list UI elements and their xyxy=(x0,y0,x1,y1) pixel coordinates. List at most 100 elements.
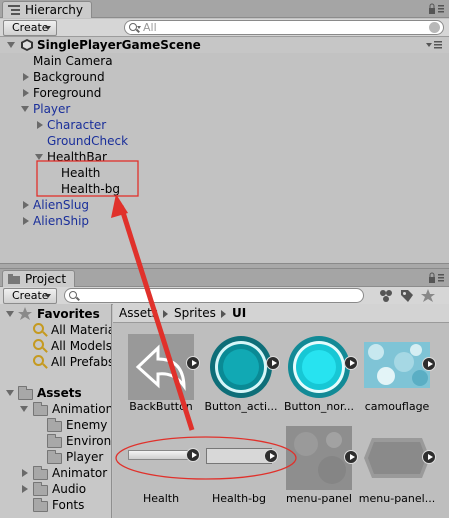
project-create-button[interactable]: Create xyxy=(3,288,57,304)
menu-panel-2-sprite xyxy=(364,438,430,478)
favorites-item-all-models[interactable]: All Models xyxy=(0,338,112,354)
item-label: Character xyxy=(47,118,107,132)
play-icon[interactable] xyxy=(422,357,436,371)
play-icon[interactable] xyxy=(264,449,278,463)
scene-row[interactable]: SinglePlayerGameScene xyxy=(0,37,449,53)
unity-scene-icon xyxy=(21,39,33,51)
tab-project[interactable]: Project xyxy=(2,270,76,287)
folder-animation[interactable]: Animation xyxy=(0,401,112,417)
hierarchy-item-player[interactable]: Player xyxy=(19,101,139,117)
hierarchy-item-healthbar[interactable]: HealthBar xyxy=(33,149,153,165)
play-icon[interactable] xyxy=(266,356,280,370)
expand-arrow-icon[interactable] xyxy=(22,485,28,493)
hierarchy-item-groundcheck[interactable]: GroundCheck xyxy=(47,133,128,149)
filter-by-label-icon[interactable] xyxy=(400,289,414,303)
hierarchy-icon xyxy=(8,5,20,15)
collapse-arrow-icon[interactable] xyxy=(35,154,43,160)
health-bar-sprite xyxy=(128,450,194,460)
breadcrumb-assets[interactable]: Assets xyxy=(119,304,158,322)
project-toolbar: Create xyxy=(0,287,449,305)
tab-project-label: Project xyxy=(25,272,67,286)
project-search-input[interactable] xyxy=(64,288,364,303)
favorites-label: Favorites xyxy=(37,307,100,321)
play-icon[interactable] xyxy=(422,450,436,464)
expand-arrow-icon[interactable] xyxy=(7,42,15,48)
button-normal-sprite xyxy=(288,336,350,398)
menu-icon[interactable] xyxy=(426,40,442,50)
item-label: All Materia xyxy=(51,323,112,337)
search-filter-icon xyxy=(33,323,44,334)
item-label: Main Camera xyxy=(33,54,113,68)
collapse-arrow-icon[interactable] xyxy=(6,311,14,317)
breadcrumb-separator-icon xyxy=(221,310,226,318)
expand-arrow-icon[interactable] xyxy=(37,121,43,129)
item-label: Audio xyxy=(52,482,87,496)
filter-by-type-icon[interactable] xyxy=(378,289,394,303)
favorites-item-all-materials[interactable]: All Materia xyxy=(0,322,112,338)
folder-audio[interactable]: Audio xyxy=(0,481,111,497)
collapse-arrow-icon[interactable] xyxy=(20,406,28,412)
hierarchy-item-health-bg[interactable]: Health-bg xyxy=(61,181,120,197)
item-label: Animation xyxy=(52,402,112,416)
hierarchy-item-health[interactable]: Health xyxy=(61,165,100,181)
breadcrumb: Assets Sprites UI xyxy=(113,304,449,323)
favorites-item-all-prefabs[interactable]: All Prefabs xyxy=(0,354,111,370)
expand-arrow-icon[interactable] xyxy=(23,201,29,209)
asset-health-bg-thumb[interactable] xyxy=(206,448,278,464)
folder-player[interactable]: Player xyxy=(0,449,111,465)
expand-arrow-icon[interactable] xyxy=(23,89,29,97)
lock-icon[interactable] xyxy=(427,272,445,284)
play-icon[interactable] xyxy=(344,356,358,370)
star-icon[interactable] xyxy=(421,289,435,303)
play-icon[interactable] xyxy=(186,448,200,462)
breadcrumb-sprites[interactable]: Sprites xyxy=(174,304,216,322)
item-label: Player xyxy=(66,450,104,464)
lock-icon[interactable] xyxy=(427,3,445,15)
hierarchy-create-button[interactable]: Create xyxy=(3,20,57,36)
folder-enemy[interactable]: Enemy xyxy=(0,417,111,433)
asset-camouflage-thumb[interactable] xyxy=(364,342,436,388)
hierarchy-search-input[interactable]: All xyxy=(124,20,444,35)
play-icon[interactable] xyxy=(344,450,358,464)
folder-fonts[interactable]: Fonts xyxy=(0,497,111,513)
asset-button-normal-thumb[interactable] xyxy=(286,334,358,400)
hierarchy-item-alienslug[interactable]: AlienSlug xyxy=(19,197,139,213)
hierarchy-item-alienship[interactable]: AlienShip xyxy=(19,213,139,229)
hierarchy-item-main-camera[interactable]: Main Camera xyxy=(33,53,113,69)
tab-hierarchy[interactable]: Hierarchy xyxy=(2,1,93,18)
asset-backbutton-thumb[interactable] xyxy=(128,334,200,400)
expand-arrow-icon[interactable] xyxy=(23,217,29,225)
button-active-sprite xyxy=(210,336,272,398)
folder-icon xyxy=(33,482,48,496)
asset-menu-panel-2-thumb[interactable] xyxy=(364,438,436,478)
breadcrumb-ui[interactable]: UI xyxy=(232,304,246,322)
folder-animator[interactable]: Animator xyxy=(0,465,111,481)
item-label: Health-bg xyxy=(61,182,120,196)
assets-label: Assets xyxy=(37,386,82,400)
assets-row[interactable]: Assets xyxy=(0,385,111,401)
play-icon[interactable] xyxy=(186,356,200,370)
expand-arrow-icon[interactable] xyxy=(22,469,28,477)
project-folder-tree: Favorites All Materia All Models All Pre… xyxy=(0,304,112,518)
search-icon xyxy=(129,23,137,31)
item-label: All Models xyxy=(51,339,112,353)
folder-icon xyxy=(47,450,62,464)
asset-button-active-thumb[interactable] xyxy=(208,334,280,400)
item-label: Fonts xyxy=(52,498,85,512)
star-icon xyxy=(18,307,32,320)
folder-environment[interactable]: Environn xyxy=(0,433,111,449)
clear-search-icon[interactable] xyxy=(429,22,440,33)
hierarchy-tabbar: Hierarchy xyxy=(0,0,449,18)
expand-arrow-icon[interactable] xyxy=(23,73,29,81)
search-filter-icon xyxy=(33,339,44,350)
hierarchy-item-foreground[interactable]: Foreground xyxy=(19,85,139,101)
collapse-arrow-icon[interactable] xyxy=(6,390,14,396)
collapse-arrow-icon[interactable] xyxy=(21,106,29,112)
item-label: Health xyxy=(61,166,101,180)
asset-health-thumb[interactable] xyxy=(128,448,200,462)
hierarchy-item-background[interactable]: Background xyxy=(19,69,139,85)
hierarchy-item-character[interactable]: Character xyxy=(33,117,153,133)
favorites-row[interactable]: Favorites xyxy=(0,306,111,322)
folder-icon xyxy=(8,274,20,284)
asset-menu-panel-thumb[interactable] xyxy=(286,426,358,490)
